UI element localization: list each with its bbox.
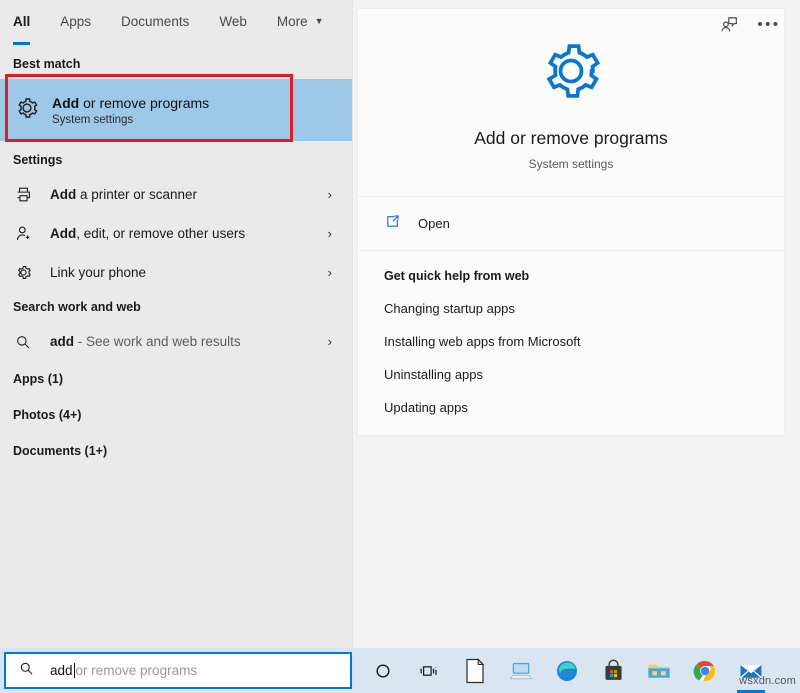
search-results-pane: All Apps Documents Web More ▼ Best match bbox=[0, 0, 352, 648]
tab-all-label: All bbox=[13, 14, 31, 29]
chrome-browser-icon[interactable] bbox=[682, 648, 728, 693]
file-explorer-icon[interactable] bbox=[636, 648, 682, 693]
help-link-installing-web-apps[interactable]: Installing web apps from Microsoft bbox=[384, 334, 784, 349]
settings-item-manage-users[interactable]: Add, edit, or remove other users › bbox=[0, 214, 352, 253]
best-match-text: Add or remove programs System settings bbox=[52, 95, 209, 126]
preview-subtitle: System settings bbox=[528, 156, 614, 171]
quick-help-section: Get quick help from web Changing startup… bbox=[358, 251, 784, 435]
settings-item-add-printer-label: Add a printer or scanner bbox=[50, 187, 328, 202]
more-options-button[interactable]: ••• bbox=[752, 10, 786, 40]
add-user-icon bbox=[14, 224, 50, 243]
help-link-changing-startup-apps[interactable]: Changing startup apps bbox=[384, 301, 784, 316]
remote-desktop-icon[interactable] bbox=[498, 648, 544, 693]
best-match-section: Add or remove programs System settings bbox=[0, 74, 352, 145]
gear-icon bbox=[535, 35, 607, 112]
gear-icon bbox=[14, 95, 52, 126]
tab-all[interactable]: All bbox=[13, 10, 44, 45]
open-external-icon bbox=[384, 213, 418, 235]
preview-card: Add or remove programs System settings O… bbox=[357, 8, 785, 436]
help-link-uninstalling-apps[interactable]: Uninstalling apps bbox=[384, 367, 784, 382]
open-action-label: Open bbox=[418, 216, 450, 231]
printer-icon bbox=[14, 185, 50, 204]
taskbar-search-box[interactable]: add or remove programs bbox=[4, 652, 352, 689]
best-match-subtitle: System settings bbox=[52, 113, 134, 126]
best-match-title: Add or remove programs bbox=[52, 95, 209, 111]
tab-more-label: More bbox=[276, 14, 308, 29]
settings-item-add-printer[interactable]: Add a printer or scanner › bbox=[0, 175, 352, 214]
chevron-down-icon: ▼ bbox=[314, 16, 324, 26]
search-input-value: add bbox=[50, 663, 73, 678]
web-search-heading: Search work and web bbox=[13, 300, 141, 314]
cortana-icon[interactable] bbox=[360, 648, 406, 693]
quick-help-title: Get quick help from web bbox=[384, 269, 530, 283]
taskbar-icons bbox=[360, 648, 774, 693]
chevron-right-icon: › bbox=[327, 187, 332, 202]
best-match-title-rest: or remove programs bbox=[79, 94, 210, 111]
person-feedback-icon[interactable] bbox=[712, 10, 746, 40]
more-options-label: ••• bbox=[757, 16, 781, 33]
settings-item-2-rest: Link your phone bbox=[50, 265, 147, 280]
best-match-title-bold: Add bbox=[52, 94, 80, 111]
gear-icon bbox=[14, 263, 50, 282]
watermark: wsxdn.com bbox=[739, 675, 796, 687]
windows-search-screen: All Apps Documents Web More ▼ Best match bbox=[0, 0, 800, 693]
search-icon bbox=[18, 660, 50, 682]
search-flyout: All Apps Documents Web More ▼ Best match bbox=[0, 0, 800, 648]
chevron-right-icon: › bbox=[327, 226, 332, 241]
tab-more[interactable]: More ▼ bbox=[277, 10, 338, 33]
tab-web-label: Web bbox=[219, 14, 247, 29]
help-link-updating-apps[interactable]: Updating apps bbox=[384, 400, 784, 415]
chevron-right-icon: › bbox=[327, 334, 332, 349]
settings-item-link-phone-label: Link your phone bbox=[50, 265, 328, 280]
preview-title: Add or remove programs bbox=[474, 127, 668, 148]
best-match-heading: Best match bbox=[13, 57, 81, 71]
edge-browser-icon[interactable] bbox=[544, 648, 590, 693]
web-search-result-label: add - See work and web results bbox=[50, 334, 328, 349]
settings-item-manage-users-label: Add, edit, or remove other users bbox=[50, 226, 328, 241]
chevron-right-icon: › bbox=[327, 265, 332, 280]
search-icon bbox=[14, 333, 50, 351]
settings-item-link-phone[interactable]: Link your phone › bbox=[0, 253, 352, 292]
tab-documents-label: Documents bbox=[121, 14, 190, 29]
tab-apps-label: Apps bbox=[60, 14, 92, 29]
category-heading-documents[interactable]: Documents (1+) bbox=[0, 433, 352, 469]
best-match-result[interactable]: Add or remove programs System settings bbox=[0, 79, 352, 141]
tab-documents[interactable]: Documents bbox=[121, 10, 203, 33]
web-search-suffix: - See work and web results bbox=[74, 334, 241, 349]
web-search-result[interactable]: add - See work and web results › bbox=[0, 322, 352, 361]
taskbar: add or remove programs wsxdn.com bbox=[0, 648, 800, 693]
settings-item-0-bold: Add bbox=[50, 187, 77, 202]
tab-apps[interactable]: Apps bbox=[60, 10, 105, 33]
search-input-suggestion: or remove programs bbox=[75, 663, 198, 678]
task-view-icon[interactable] bbox=[406, 648, 452, 693]
flyout-toolbar: ••• bbox=[712, 0, 800, 49]
category-heading-apps[interactable]: Apps (1) bbox=[0, 361, 352, 397]
settings-heading: Settings bbox=[13, 153, 63, 167]
settings-item-1-rest: , edit, or remove other users bbox=[76, 226, 246, 241]
filter-tabs: All Apps Documents Web More ▼ bbox=[0, 0, 352, 49]
settings-item-0-rest: a printer or scanner bbox=[76, 187, 198, 202]
web-search-query: add bbox=[50, 334, 75, 349]
category-heading-photos[interactable]: Photos (4+) bbox=[0, 397, 352, 433]
settings-item-1-bold: Add bbox=[50, 226, 77, 241]
tab-web[interactable]: Web bbox=[219, 10, 261, 33]
open-action[interactable]: Open bbox=[358, 197, 784, 251]
document-app-icon[interactable] bbox=[452, 648, 498, 693]
microsoft-store-icon[interactable] bbox=[590, 648, 636, 693]
text-cursor bbox=[73, 663, 75, 678]
search-input[interactable]: add or remove programs bbox=[50, 663, 197, 678]
preview-pane: Add or remove programs System settings O… bbox=[352, 0, 800, 648]
